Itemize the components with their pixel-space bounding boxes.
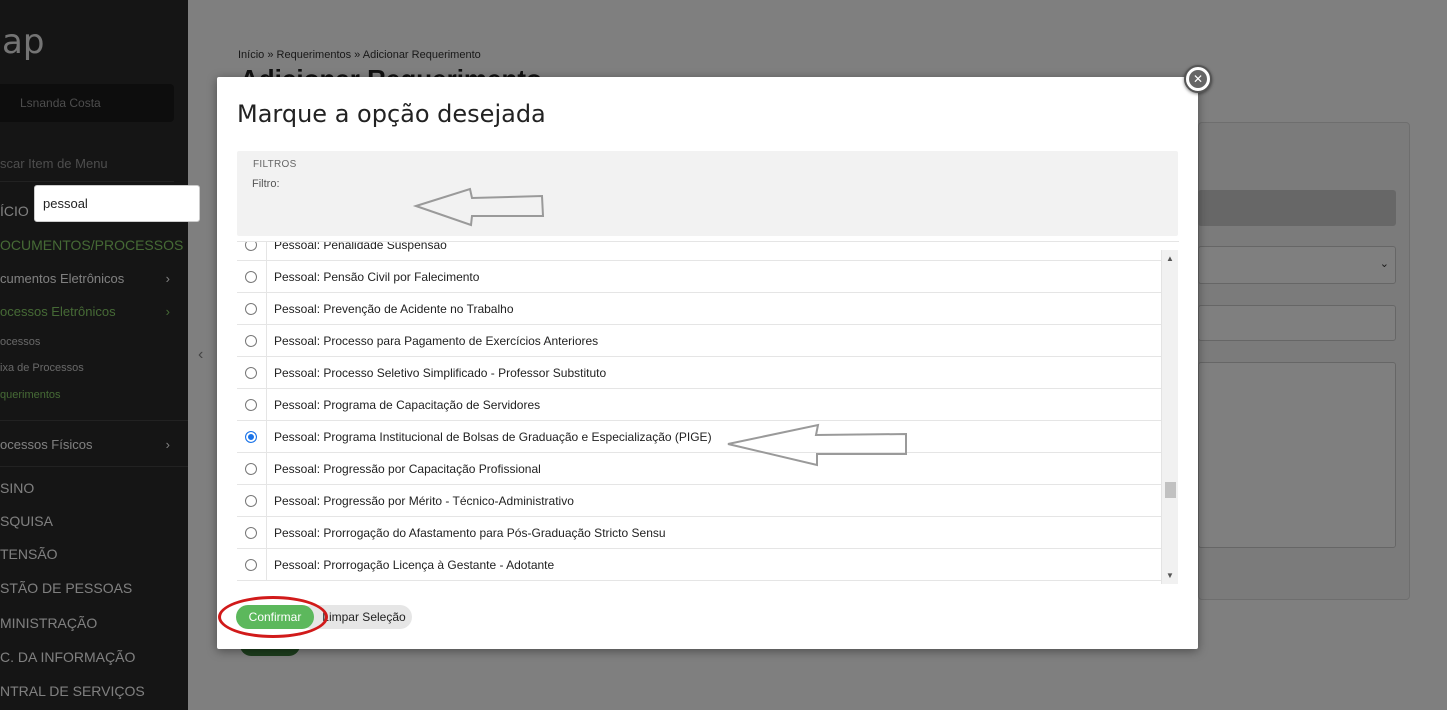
option-radio[interactable] xyxy=(245,463,257,475)
scrollbar-thumb[interactable] xyxy=(1165,482,1176,498)
column-divider xyxy=(266,517,267,548)
filter-label: Filtro: xyxy=(252,178,280,190)
option-label: Pessoal: Programa Institucional de Bolsa… xyxy=(274,430,712,444)
list-item[interactable]: Pessoal: Pensão Civil por Falecimento xyxy=(237,261,1162,293)
option-radio[interactable] xyxy=(245,242,257,251)
filter-input[interactable] xyxy=(34,185,200,222)
option-radio[interactable] xyxy=(245,431,257,443)
column-divider xyxy=(266,389,267,420)
list-item[interactable]: Pessoal: Progressão por Mérito - Técnico… xyxy=(237,485,1162,517)
option-radio[interactable] xyxy=(245,527,257,539)
option-radio[interactable] xyxy=(245,367,257,379)
option-radio[interactable] xyxy=(245,399,257,411)
annotation-arrow-option xyxy=(727,423,907,467)
list-item[interactable]: Pessoal: Programa Institucional de Bolsa… xyxy=(237,421,1162,453)
list-item[interactable]: Pessoal: Progressão por Capacitação Prof… xyxy=(237,453,1162,485)
column-divider xyxy=(266,261,267,292)
annotation-circle xyxy=(218,596,328,638)
option-label: Pessoal: Prorrogação do Afastamento para… xyxy=(274,526,666,540)
list-item[interactable]: Pessoal: Prorrogação do Afastamento para… xyxy=(237,517,1162,549)
option-radio[interactable] xyxy=(245,495,257,507)
options-list: Pessoal: Penalidade Suspensão Pessoal: Pe… xyxy=(237,241,1179,584)
column-divider xyxy=(266,325,267,356)
column-divider xyxy=(266,242,267,260)
column-divider xyxy=(266,453,267,484)
list-scrollbar[interactable]: ▲ ▼ xyxy=(1161,250,1178,584)
filters-panel: FILTROS Filtro: xyxy=(237,151,1178,236)
option-label: Pessoal: Prorrogação Licença à Gestante … xyxy=(274,558,555,572)
option-label: Pessoal: Processo Seletivo Simplificado … xyxy=(274,366,607,380)
option-label: Pessoal: Progressão por Mérito - Técnico… xyxy=(274,494,574,508)
option-label: Pessoal: Penalidade Suspensão xyxy=(274,241,447,252)
list-item[interactable]: Pessoal: Prorrogação Licença à Gestante … xyxy=(237,549,1162,581)
column-divider xyxy=(266,293,267,324)
column-divider xyxy=(266,485,267,516)
option-radio[interactable] xyxy=(245,303,257,315)
column-divider xyxy=(266,357,267,388)
option-label: Pessoal: Programa de Capacitação de Serv… xyxy=(274,398,541,412)
option-label: Pessoal: Progressão por Capacitação Prof… xyxy=(274,462,541,476)
column-divider xyxy=(266,549,267,580)
list-item[interactable]: Pessoal: Processo para Pagamento de Exer… xyxy=(237,325,1162,357)
scroll-down-icon[interactable]: ▼ xyxy=(1166,571,1174,580)
close-icon: ✕ xyxy=(1189,70,1207,88)
option-label: Pessoal: Pensão Civil por Falecimento xyxy=(274,270,480,284)
list-item[interactable]: Pessoal: Processo Seletivo Simplificado … xyxy=(237,357,1162,389)
list-item[interactable]: Pessoal: Prevenção de Acidente no Trabal… xyxy=(237,293,1162,325)
option-radio[interactable] xyxy=(245,559,257,571)
scroll-up-icon[interactable]: ▲ xyxy=(1166,254,1174,263)
option-label: Pessoal: Processo para Pagamento de Exer… xyxy=(274,334,599,348)
option-radio[interactable] xyxy=(245,335,257,347)
modal-title: Marque a opção desejada xyxy=(237,100,546,128)
option-radio[interactable] xyxy=(245,271,257,283)
option-label: Pessoal: Prevenção de Acidente no Trabal… xyxy=(274,302,514,316)
column-divider xyxy=(266,421,267,452)
annotation-arrow-filter xyxy=(412,187,545,227)
close-modal-button[interactable]: ✕ xyxy=(1184,65,1212,93)
list-item[interactable]: Pessoal: Programa de Capacitação de Serv… xyxy=(237,389,1162,421)
list-item[interactable]: Pessoal: Penalidade Suspensão xyxy=(237,241,1162,261)
filters-legend: FILTROS xyxy=(253,159,297,170)
